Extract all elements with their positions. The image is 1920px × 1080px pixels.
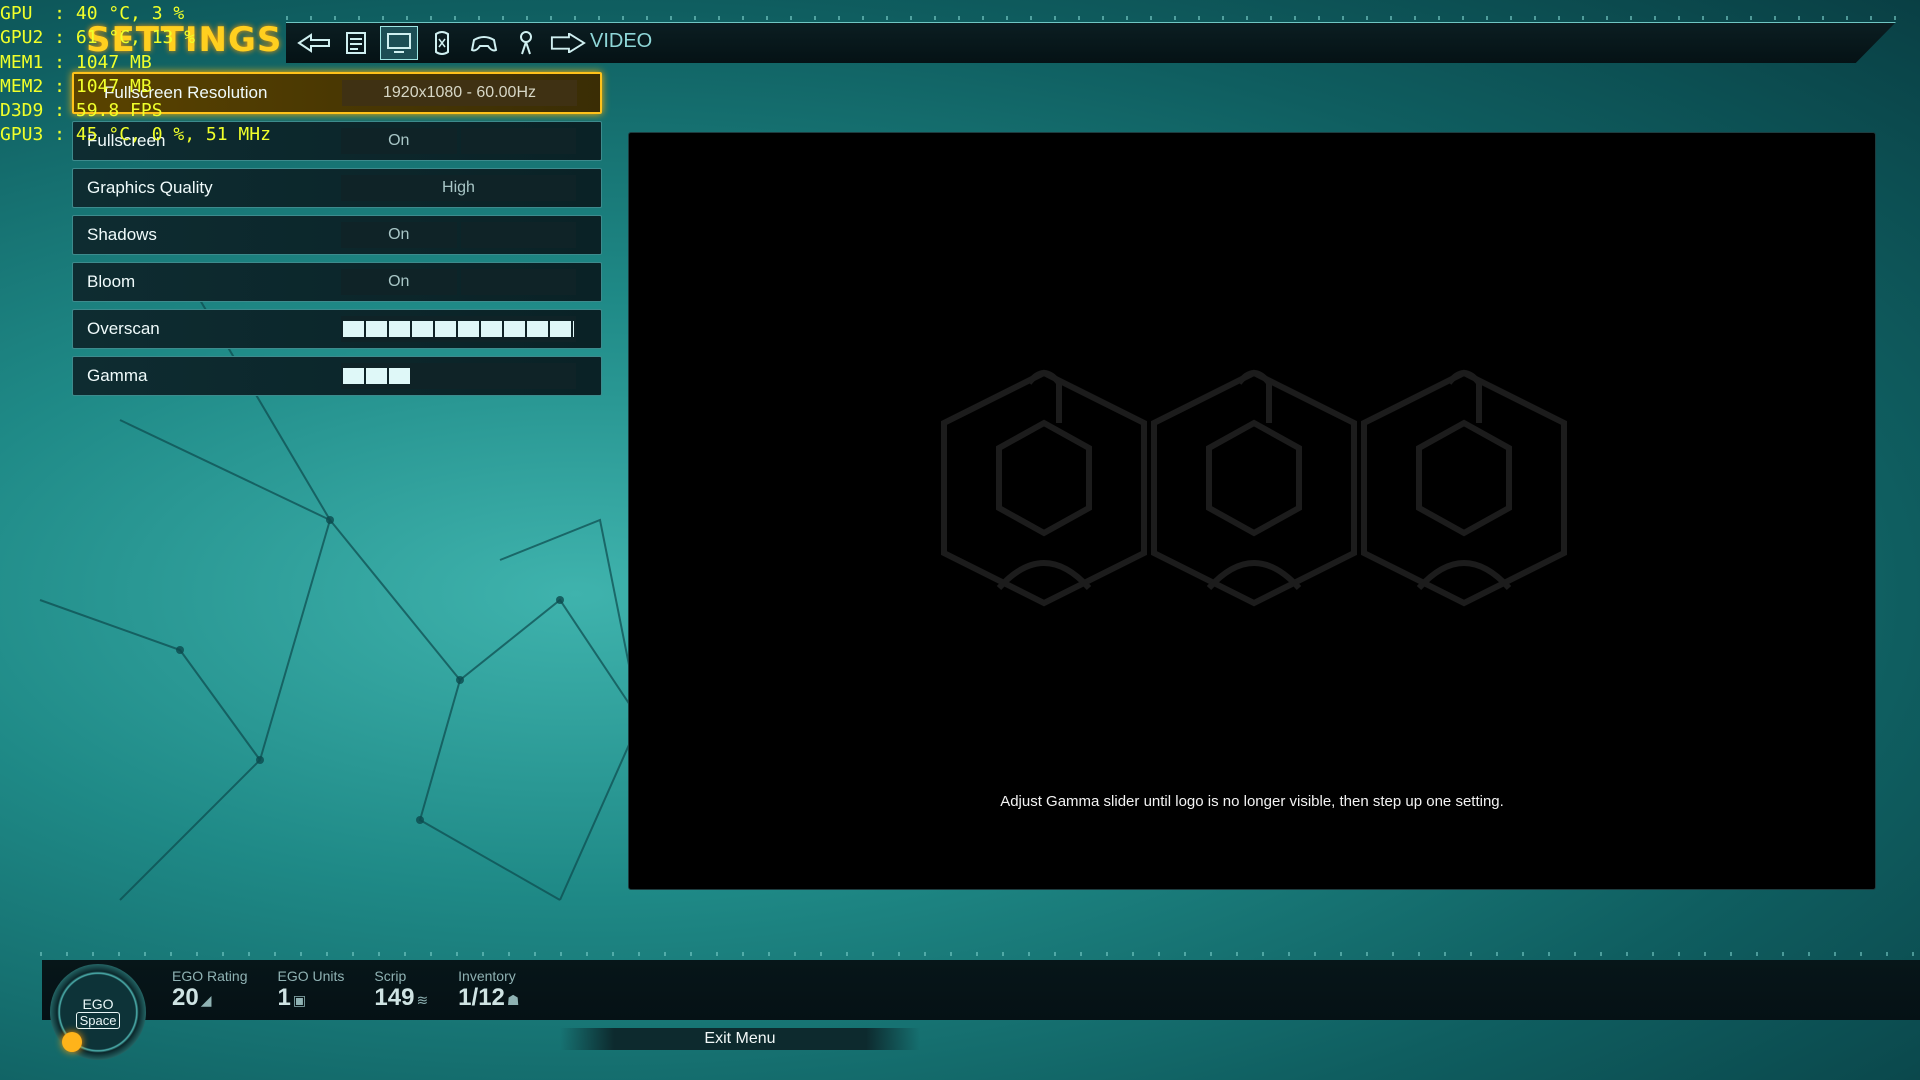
graphics-quality-value[interactable]: High xyxy=(341,175,576,201)
badge-top-label: EGO xyxy=(82,995,114,1012)
slider-fill xyxy=(343,368,413,384)
toggle-off[interactable] xyxy=(460,128,576,154)
gamma-preview-panel: Adjust Gamma slider until logo is no lon… xyxy=(628,132,1876,890)
bloom-toggle[interactable]: On xyxy=(341,269,576,295)
stat-label: Inventory xyxy=(458,968,516,984)
badge-key-label: Space xyxy=(75,1011,121,1029)
shadows-toggle[interactable]: On xyxy=(341,222,576,248)
tab-strip xyxy=(296,26,586,60)
stat-scrip: Scrip 149 ≋ xyxy=(374,968,428,1012)
slider-fill xyxy=(343,321,574,337)
inventory-icon: ☗ xyxy=(506,993,520,1009)
overlay-line: GPU3 : 45 °C, 0 %, 51 MHz xyxy=(0,124,271,146)
toggle-on[interactable]: On xyxy=(341,128,457,154)
exit-menu-button[interactable]: Exit Menu xyxy=(560,1028,920,1050)
stat-ego-units: EGO Units 1 ▣ xyxy=(277,968,344,1012)
ego-glow-indicator xyxy=(62,1032,82,1052)
overlay-line: GPU : 40 °C, 3 % xyxy=(0,3,185,24)
rating-icon: ◢ xyxy=(200,993,212,1009)
audio-tab-icon[interactable] xyxy=(424,27,460,59)
gamma-test-logo xyxy=(941,369,1567,607)
fullscreen-toggle[interactable]: On xyxy=(341,128,576,154)
general-tab-icon[interactable] xyxy=(338,27,374,59)
gamma-slider[interactable] xyxy=(341,363,576,389)
controller-tab-icon[interactable] xyxy=(466,27,502,59)
setting-graphics-quality[interactable]: Graphics Quality High xyxy=(72,168,602,208)
toggle-off[interactable] xyxy=(460,222,576,248)
toggle-on[interactable]: On xyxy=(341,222,457,248)
video-tab-icon[interactable] xyxy=(380,26,418,60)
scrip-icon: ≋ xyxy=(416,993,429,1009)
setting-label: Shadows xyxy=(87,225,157,244)
setting-overscan[interactable]: Overscan xyxy=(72,309,602,349)
setting-label: Gamma xyxy=(87,366,148,385)
toggle-off[interactable] xyxy=(460,269,576,295)
section-label: VIDEO xyxy=(590,30,653,52)
stat-value: 20 xyxy=(172,984,199,1011)
setting-label: Overscan xyxy=(87,319,160,338)
stat-label: Scrip xyxy=(374,968,407,984)
units-icon: ▣ xyxy=(292,993,307,1009)
stat-ego-rating: EGO Rating 20 ◢ xyxy=(172,968,247,1012)
setting-shadows[interactable]: Shadows On xyxy=(72,215,602,255)
stat-inventory: Inventory 1/12 ☗ xyxy=(458,968,519,1012)
toggle-on[interactable]: On xyxy=(341,269,457,295)
overlay-line: D3D9 : 59.8 FPS xyxy=(0,100,163,122)
setting-gamma[interactable]: Gamma xyxy=(72,356,602,396)
stat-label: EGO Units xyxy=(277,968,345,984)
setting-label: Graphics Quality xyxy=(87,178,213,197)
stat-value: 149 xyxy=(374,984,415,1011)
resolution-value[interactable]: 1920x1080 - 60.00Hz xyxy=(342,80,577,106)
overlay-line: MEM2 : 1047 MB xyxy=(0,75,152,97)
setting-bloom[interactable]: Bloom On xyxy=(72,262,602,302)
player-stats: EGO Rating 20 ◢ EGO Units 1 ▣ Scrip 149 ≋ I… xyxy=(172,968,519,1012)
overscan-slider[interactable] xyxy=(341,316,576,342)
overlay-line: MEM1 : 1047 MB xyxy=(0,51,152,73)
bottom-rail xyxy=(40,952,1920,956)
top-rail xyxy=(286,16,1906,20)
stat-label: EGO Rating xyxy=(172,968,248,984)
stat-value: 1 xyxy=(277,984,291,1011)
forward-arrow-icon[interactable] xyxy=(550,27,586,59)
performance-overlay: GPU : 40 °C, 3 % GPU2 : 61 °C, 13 % MEM1… xyxy=(0,2,271,148)
keys-tab-icon[interactable] xyxy=(508,27,544,59)
overlay-line: GPU2 : 61 °C, 13 % xyxy=(0,27,196,49)
gamma-hint: Adjust Gamma slider until logo is no lon… xyxy=(1000,793,1504,810)
back-arrow-icon[interactable] xyxy=(296,27,332,59)
stat-value: 1/12 xyxy=(458,984,505,1011)
setting-label: Bloom xyxy=(87,272,136,291)
